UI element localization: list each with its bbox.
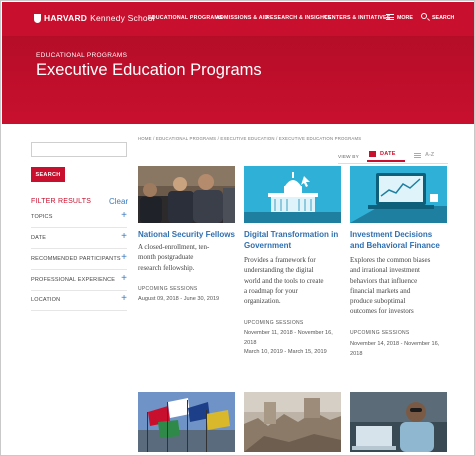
national-security-photo	[138, 166, 235, 223]
date-line: March 10, 2019 - March 15, 2019	[244, 349, 327, 355]
flags-photo	[138, 392, 235, 452]
date-line: 2018	[350, 350, 363, 357]
nav-admissions-aid[interactable]: ADMISSIONS & AID	[216, 15, 268, 21]
card-description: Explores the common biases and irrationa…	[350, 255, 430, 317]
desc-line: month postgraduate	[138, 253, 194, 262]
filter-label: PROFESSIONAL EXPERIENCE	[31, 277, 116, 283]
session-dates: November 14, 2018 - November 16, 2018	[350, 340, 439, 359]
hks-logo[interactable]: HARVARD Kennedy School	[34, 13, 155, 23]
browser-frame: HARVARD Kennedy School EDUCATIONAL PROGRA…	[0, 0, 475, 456]
plus-icon[interactable]: +	[121, 211, 127, 221]
filter-label: LOCATION	[31, 297, 61, 303]
laptop-chart-illustration	[350, 166, 447, 223]
filter-label: TOPICS	[31, 214, 53, 220]
search-button[interactable]: SEARCH	[31, 167, 65, 182]
man-with-laptop-photo	[350, 392, 447, 452]
ruins-photo	[244, 392, 341, 452]
view-by-label: VIEW BY	[338, 154, 359, 159]
plus-icon[interactable]: +	[121, 232, 127, 242]
logo-harvard-text: HARVARD	[44, 13, 88, 23]
filter-location[interactable]: LOCATION +	[31, 291, 127, 311]
desc-line: a roadmap for your	[244, 286, 298, 295]
filter-professional-experience[interactable]: PROFESSIONAL EXPERIENCE +	[31, 271, 127, 291]
filter-label: RECOMMENDED PARTICIPANTS	[31, 256, 121, 262]
view-by-date-tab[interactable]: DATE	[367, 148, 405, 162]
filter-label: DATE	[31, 235, 47, 241]
plus-icon[interactable]: +	[121, 253, 127, 263]
page-title: Executive Education Programs	[36, 61, 262, 79]
date-line: August 09, 2018 - June 30, 2019	[138, 296, 220, 302]
plus-icon[interactable]: +	[121, 294, 127, 304]
hero-banner	[2, 36, 474, 124]
card-title-line: and Behavioral Finance	[350, 241, 440, 250]
session-dates: August 09, 2018 - June 30, 2019	[138, 295, 219, 305]
card-title-line: Investment Decisions	[350, 230, 433, 239]
calendar-icon	[369, 151, 376, 157]
card-description: A closed-enrollment, ten- month postgrad…	[138, 242, 209, 273]
desc-line: Provides a framework for	[244, 256, 316, 264]
card-title-line: Government	[244, 241, 292, 250]
harvard-shield-icon	[34, 13, 41, 23]
nav-research-insights[interactable]: RESEARCH & INSIGHTS	[266, 15, 331, 21]
desc-line: financial markets and	[350, 286, 411, 295]
plus-icon[interactable]: +	[121, 274, 127, 284]
card-image-flags[interactable]	[138, 392, 235, 452]
desc-line: research fellowship.	[138, 263, 195, 272]
date-line: 2018	[244, 339, 257, 346]
card-title-national-security-fellows[interactable]: National Security Fellows	[138, 229, 235, 240]
desc-line: understanding the digital	[244, 266, 314, 275]
card-title-investment-decisions[interactable]: Investment Decisions and Behavioral Fina…	[350, 229, 440, 251]
desc-line: and irrational investment	[350, 266, 420, 275]
logo-kennedy-school-text: Kennedy School	[90, 13, 155, 23]
desc-line: outcomes for investors	[350, 307, 414, 316]
desc-line: organization.	[244, 297, 281, 306]
desc-line: world and the tools to create	[244, 276, 324, 285]
desc-line: A closed-enrollment, ten-	[138, 243, 210, 251]
card-title-digital-transformation[interactable]: Digital Transformation in Government	[244, 229, 338, 251]
clear-filters-link[interactable]: Clear	[109, 197, 128, 206]
nav-centers-initiatives[interactable]: CENTERS & INITIATIVES	[324, 15, 391, 21]
nav-search[interactable]: SEARCH	[432, 15, 454, 21]
card-description: Provides a framework for understanding t…	[244, 255, 324, 306]
card-title-line: Digital Transformation in	[244, 230, 339, 239]
card-title-line: National Security Fellows	[138, 230, 235, 239]
card-image-man-laptop[interactable]	[350, 392, 447, 452]
date-line: November 11, 2018 - November 16,	[244, 330, 333, 336]
upcoming-sessions-label: UPCOMING SESSIONS	[138, 286, 198, 292]
capitol-illustration	[244, 166, 341, 223]
az-tab-label: A-Z	[425, 152, 435, 158]
view-by-az-tab[interactable]: A-Z	[412, 148, 448, 162]
list-icon	[414, 152, 421, 158]
nav-more[interactable]: MORE	[397, 15, 413, 21]
filter-recommended-participants[interactable]: RECOMMENDED PARTICIPANTS +	[31, 250, 127, 270]
date-tab-label: DATE	[380, 151, 396, 157]
date-line: November 14, 2018 - November 16,	[350, 341, 440, 347]
card-image-national-security[interactable]	[138, 166, 235, 223]
hero-eyebrow[interactable]: EDUCATIONAL PROGRAMS	[36, 52, 127, 59]
session-dates: November 11, 2018 - November 16, 2018 Ma…	[244, 329, 333, 358]
breadcrumb[interactable]: HOME / EDUCATIONAL PROGRAMS / EXECUTIVE …	[138, 136, 361, 141]
card-image-digital-transformation[interactable]	[244, 166, 341, 223]
filter-topics[interactable]: TOPICS +	[31, 208, 127, 228]
filter-date[interactable]: DATE +	[31, 229, 127, 249]
hamburger-menu-icon[interactable]	[386, 14, 394, 20]
desc-line: Explores the common biases	[350, 256, 431, 264]
upcoming-sessions-label: UPCOMING SESSIONS	[350, 330, 410, 336]
card-image-investment-decisions[interactable]	[350, 166, 447, 223]
search-icon[interactable]	[421, 13, 427, 19]
upcoming-sessions-label: UPCOMING SESSIONS	[244, 320, 304, 326]
desc-line: produce suboptimal	[350, 297, 406, 306]
search-input[interactable]	[31, 142, 127, 157]
desc-line: behaviors that influence	[350, 276, 418, 285]
filter-results-title: FILTER RESULTS	[31, 198, 92, 205]
tabs-divider	[338, 163, 448, 164]
card-image-ruins[interactable]	[244, 392, 341, 452]
nav-educational-programs[interactable]: EDUCATIONAL PROGRAMS	[148, 15, 223, 21]
